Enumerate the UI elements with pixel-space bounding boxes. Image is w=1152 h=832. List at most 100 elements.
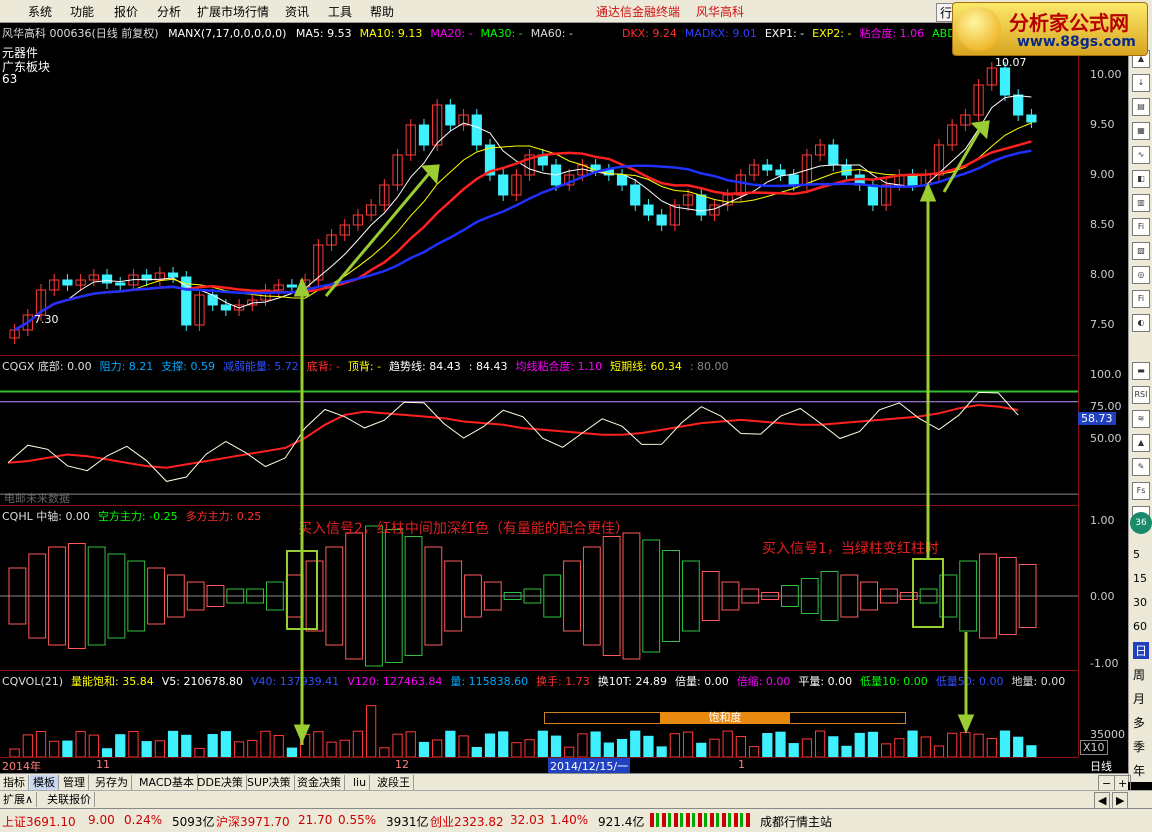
volume-bar [828,736,839,757]
candle [643,204,654,216]
toolbar-tool-icon[interactable]: ◎ [1132,266,1150,284]
toolbar-tool-icon[interactable]: Fs [1132,482,1150,500]
period-multi[interactable]: 多 [1133,714,1145,731]
volume-bar [867,731,879,757]
tab-band[interactable]: 波段王 [374,775,414,790]
candle [62,279,73,286]
volume-bar [352,730,364,757]
toolbar-tool-icon[interactable]: ≋ [1132,410,1150,428]
period-quarter[interactable]: 季 [1133,738,1145,755]
ma-value: MA30: - [480,27,523,40]
cqvol-value: 量能饱和: 35.84 [71,675,154,688]
promo-terminal[interactable]: 通达信金融终端 [596,3,680,20]
candle [101,274,113,284]
period-15[interactable]: 15 [1133,572,1147,585]
tab-template[interactable]: 模板 [30,775,59,790]
menu-help[interactable]: 帮助 [370,3,394,20]
cqvol-value: V120: 127463.84 [347,675,443,688]
period-30[interactable]: 30 [1133,596,1147,609]
period-60[interactable]: 60 [1133,620,1147,633]
volume-bar [775,731,786,757]
sh-amount: 5093亿 [172,815,215,829]
volume-bar [881,743,892,757]
toolbar-tool-icon[interactable]: ∿ [1132,146,1150,164]
menu-extended-market[interactable]: 扩展市场行情 [197,3,269,20]
menu-tools[interactable]: 工具 [328,3,352,20]
panel-divider [0,505,1078,506]
price-chart[interactable] [0,55,1078,355]
dkx-value: MADKX: 9.01 [684,27,757,40]
toolbar-tool-icon[interactable]: ▤ [1132,98,1150,116]
volume-unit: X10 [1080,740,1108,755]
volume-bar [418,741,430,757]
scroll-left-button[interactable]: ◀ [1094,792,1111,809]
promo-stock[interactable]: 风华高科 [696,3,744,20]
period-year[interactable]: 年 [1133,762,1145,779]
menu-function[interactable]: 功能 [70,3,94,20]
toolbar-pencil-icon[interactable]: ✎ [1132,458,1150,476]
toolbar-tool-icon[interactable]: Fi [1132,290,1150,308]
volume-bar [233,741,245,757]
tab-liu[interactable]: liu [350,775,371,790]
ma-value: MA60: - [530,27,573,40]
tab-save-as[interactable]: 另存为 [92,775,132,790]
volume-bar [920,736,931,757]
tab-indicator[interactable]: 指标 [0,775,29,790]
toolbar-tool-icon[interactable]: Fi [1132,218,1150,236]
toolbar-tool-icon[interactable]: ◧ [1132,170,1150,188]
cqhl-tick: 0.00 [1090,590,1115,603]
period-week[interactable]: 周 [1133,666,1145,683]
sz-index: 沪深3971.70 [216,815,290,829]
moving-average-line [14,122,1032,331]
cqvol-info: CQVOL(21) 量能饱和: 35.84 V5: 210678.80 V40: 13… [2,673,1073,689]
toolbar-tool-icon[interactable]: RSI [1132,386,1150,404]
volume-bar [748,746,760,757]
volume-bar [907,730,918,757]
volume-bar [841,745,852,757]
toolbar-tool-icon[interactable]: ▬ [1132,362,1150,380]
tab-capital[interactable]: 资金决策 [294,775,345,790]
menu-system[interactable]: 系统 [28,3,52,20]
volume-bar [247,739,258,757]
tab-manage[interactable]: 管理 [60,775,89,790]
tab-dde[interactable]: DDE决策 [194,775,247,790]
menu-analysis[interactable]: 分析 [157,3,181,20]
toolbar-tool-icon[interactable]: ↓ [1132,74,1150,92]
sz-percent: 0.55% [338,813,377,827]
volume-bar [590,731,601,757]
volume-bar [405,731,416,757]
toolbar-badge[interactable]: 36 [1130,512,1152,534]
tab-sup[interactable]: SUP决策 [244,775,295,790]
menu-quote[interactable]: 报价 [114,3,138,20]
cqvol-value: 换手: 1.73 [536,675,590,688]
period-day[interactable]: 日 [1133,642,1150,659]
period-5[interactable]: 5 [1133,548,1140,561]
toolbar-tool-icon[interactable]: ▧ [1132,242,1150,260]
volume-bar [498,731,509,757]
period-month[interactable]: 月 [1133,690,1145,707]
period-label[interactable]: 日线 [1090,758,1112,774]
cqvol-value: 地量: 0.00 [1011,675,1066,688]
time-cursor-label: 2014/12/15/一 [548,758,631,774]
sz-amount: 3931亿 [386,815,429,829]
server-name[interactable]: 成都行情主站 [760,813,832,830]
volume-bar [669,733,680,757]
scroll-right-button[interactable]: ▶ [1112,792,1129,809]
volume-bar [960,731,971,757]
cy-amount: 921.4亿 [598,815,645,829]
toolbar-tool-icon[interactable]: ▦ [1132,122,1150,140]
candle [418,124,430,146]
volume-bar [62,740,73,757]
volume-bar [88,734,99,757]
toolbar-tool-icon[interactable]: ▲ [1132,434,1150,452]
toolbar-tool-icon[interactable]: ◐ [1132,314,1150,332]
toolbar-tool-icon[interactable]: ▥ [1132,194,1150,212]
menu-news[interactable]: 资讯 [285,3,309,20]
cqgx-chart[interactable] [0,372,1078,504]
tab-related-quote[interactable]: 关联报价 [44,792,95,807]
volume-chart[interactable] [0,688,1078,757]
tab-macd[interactable]: MACD基本 [136,775,198,790]
tab-extend[interactable]: 扩展∧ [0,792,38,807]
volume-bar [115,734,126,757]
cqgx-footer: 电邮未来数据 [4,492,70,505]
